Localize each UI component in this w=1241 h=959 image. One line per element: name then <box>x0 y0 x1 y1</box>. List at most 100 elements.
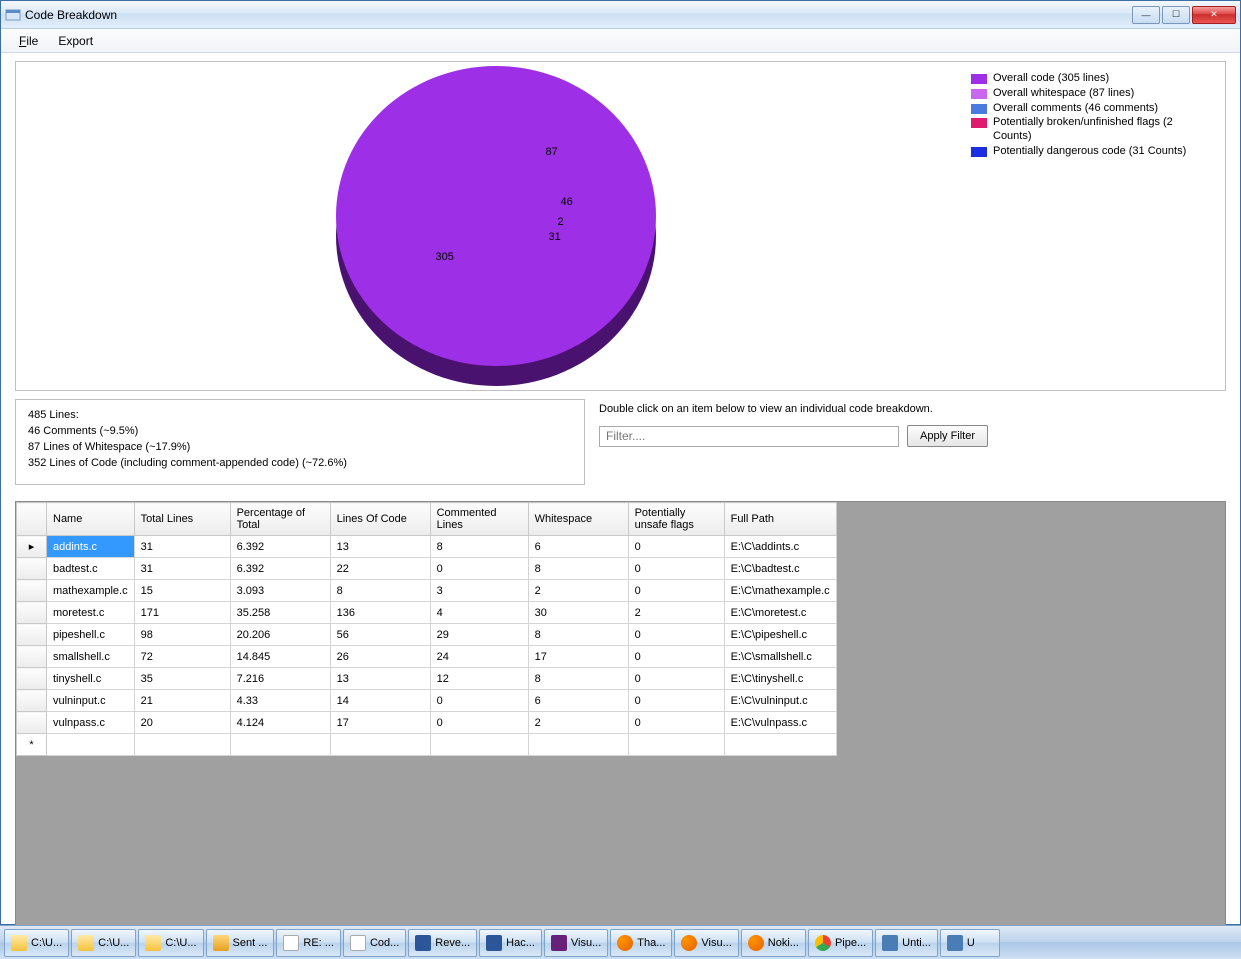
col-percentage[interactable]: Percentage of Total <box>230 503 330 536</box>
cell-pct[interactable]: 35.258 <box>230 602 330 624</box>
cell-ws[interactable]: 2 <box>528 580 628 602</box>
cell-loc[interactable]: 56 <box>330 624 430 646</box>
table-row[interactable]: tinyshell.c357.216131280E:\C\tinyshell.c <box>17 668 837 690</box>
filter-input[interactable] <box>599 426 899 447</box>
cell-cmt[interactable]: 3 <box>430 580 528 602</box>
cell-ws[interactable]: 30 <box>528 602 628 624</box>
table-row[interactable]: pipeshell.c9820.206562980E:\C\pipeshell.… <box>17 624 837 646</box>
table-row[interactable]: smallshell.c7214.8452624170E:\C\smallshe… <box>17 646 837 668</box>
cell-pct[interactable]: 4.33 <box>230 690 330 712</box>
cell-name[interactable]: badtest.c <box>47 558 135 580</box>
cell-path[interactable]: E:\C\moretest.c <box>724 602 836 624</box>
col-unsafe-flags[interactable]: Potentially unsafe flags <box>628 503 724 536</box>
legend-item[interactable]: Overall whitespace (87 lines) <box>971 87 1209 101</box>
cell-cmt[interactable]: 4 <box>430 602 528 624</box>
row-indicator[interactable] <box>17 558 47 580</box>
col-commented[interactable]: Commented Lines <box>430 503 528 536</box>
cell-flags[interactable]: 0 <box>628 646 724 668</box>
cell-pct[interactable]: 6.392 <box>230 536 330 558</box>
cell-total[interactable]: 72 <box>134 646 230 668</box>
cell-total[interactable]: 31 <box>134 536 230 558</box>
taskbar-button[interactable]: Visu... <box>544 929 608 957</box>
taskbar-button[interactable]: Reve... <box>408 929 477 957</box>
taskbar-button[interactable]: Hac... <box>479 929 542 957</box>
cell-path[interactable]: E:\C\vulninput.c <box>724 690 836 712</box>
row-indicator[interactable] <box>17 712 47 734</box>
table-row[interactable]: vulninput.c214.3314060E:\C\vulninput.c <box>17 690 837 712</box>
cell-cmt[interactable]: 12 <box>430 668 528 690</box>
cell-total[interactable]: 35 <box>134 668 230 690</box>
legend-item[interactable]: Overall comments (46 comments) <box>971 102 1209 116</box>
close-button[interactable]: ✕ <box>1192 6 1236 24</box>
cell-pct[interactable]: 20.206 <box>230 624 330 646</box>
taskbar-button[interactable]: Cod... <box>343 929 406 957</box>
cell-flags[interactable]: 0 <box>628 624 724 646</box>
cell-ws[interactable]: 2 <box>528 712 628 734</box>
cell-total[interactable]: 171 <box>134 602 230 624</box>
col-total-lines[interactable]: Total Lines <box>134 503 230 536</box>
cell-cmt[interactable]: 0 <box>430 712 528 734</box>
table-row[interactable]: badtest.c316.39222080E:\C\badtest.c <box>17 558 837 580</box>
cell-cmt[interactable]: 29 <box>430 624 528 646</box>
cell-path[interactable]: E:\C\pipeshell.c <box>724 624 836 646</box>
cell-loc[interactable]: 17 <box>330 712 430 734</box>
row-indicator[interactable] <box>17 602 47 624</box>
cell-ws[interactable]: 6 <box>528 536 628 558</box>
table-row[interactable]: mathexample.c153.0938320E:\C\mathexample… <box>17 580 837 602</box>
maximize-button[interactable]: ☐ <box>1162 6 1190 24</box>
cell-pct[interactable]: 3.093 <box>230 580 330 602</box>
row-indicator[interactable] <box>17 646 47 668</box>
cell-loc[interactable]: 22 <box>330 558 430 580</box>
legend-item[interactable]: Potentially broken/unfinished flags (2 C… <box>971 116 1209 144</box>
cell-flags[interactable]: 0 <box>628 536 724 558</box>
data-grid-container[interactable]: Name Total Lines Percentage of Total Lin… <box>15 501 1226 941</box>
cell-flags[interactable]: 0 <box>628 580 724 602</box>
cell-name[interactable]: vulnpass.c <box>47 712 135 734</box>
cell-total[interactable]: 21 <box>134 690 230 712</box>
taskbar-button[interactable]: C:\U... <box>138 929 203 957</box>
cell-loc[interactable]: 14 <box>330 690 430 712</box>
new-row[interactable]: * <box>17 734 837 756</box>
row-indicator[interactable] <box>17 690 47 712</box>
cell-ws[interactable]: 17 <box>528 646 628 668</box>
cell-path[interactable]: E:\C\badtest.c <box>724 558 836 580</box>
cell-path[interactable]: E:\C\tinyshell.c <box>724 668 836 690</box>
col-full-path[interactable]: Full Path <box>724 503 836 536</box>
row-header-blank[interactable] <box>17 503 47 536</box>
cell-name[interactable]: tinyshell.c <box>47 668 135 690</box>
col-lines-of-code[interactable]: Lines Of Code <box>330 503 430 536</box>
cell-loc[interactable]: 8 <box>330 580 430 602</box>
row-indicator[interactable]: ▸ <box>17 536 47 558</box>
col-whitespace[interactable]: Whitespace <box>528 503 628 536</box>
cell-name[interactable]: pipeshell.c <box>47 624 135 646</box>
cell-flags[interactable]: 0 <box>628 668 724 690</box>
titlebar[interactable]: Code Breakdown — ☐ ✕ <box>1 1 1240 29</box>
cell-path[interactable]: E:\C\mathexample.c <box>724 580 836 602</box>
table-row[interactable]: ▸addints.c316.39213860E:\C\addints.c <box>17 536 837 558</box>
row-indicator[interactable] <box>17 668 47 690</box>
cell-ws[interactable]: 8 <box>528 668 628 690</box>
row-indicator[interactable] <box>17 580 47 602</box>
apply-filter-button[interactable]: Apply Filter <box>907 425 988 447</box>
cell-pct[interactable]: 6.392 <box>230 558 330 580</box>
menu-export[interactable]: Export <box>48 31 103 51</box>
cell-total[interactable]: 20 <box>134 712 230 734</box>
cell-path[interactable]: E:\C\smallshell.c <box>724 646 836 668</box>
cell-flags[interactable]: 0 <box>628 712 724 734</box>
menu-file[interactable]: File <box>9 31 48 51</box>
cell-flags[interactable]: 0 <box>628 558 724 580</box>
cell-name[interactable]: moretest.c <box>47 602 135 624</box>
pie-chart[interactable]: 305 87 46 2 31 <box>26 66 965 386</box>
cell-loc[interactable]: 136 <box>330 602 430 624</box>
cell-flags[interactable]: 0 <box>628 690 724 712</box>
cell-loc[interactable]: 26 <box>330 646 430 668</box>
taskbar-button[interactable]: Noki... <box>741 929 806 957</box>
taskbar-button[interactable]: Unti... <box>875 929 938 957</box>
cell-total[interactable]: 15 <box>134 580 230 602</box>
cell-path[interactable]: E:\C\addints.c <box>724 536 836 558</box>
cell-name[interactable]: addints.c <box>47 536 135 558</box>
cell-pct[interactable]: 14.845 <box>230 646 330 668</box>
taskbar-button[interactable]: Visu... <box>674 929 738 957</box>
row-indicator[interactable] <box>17 624 47 646</box>
cell-cmt[interactable]: 0 <box>430 558 528 580</box>
